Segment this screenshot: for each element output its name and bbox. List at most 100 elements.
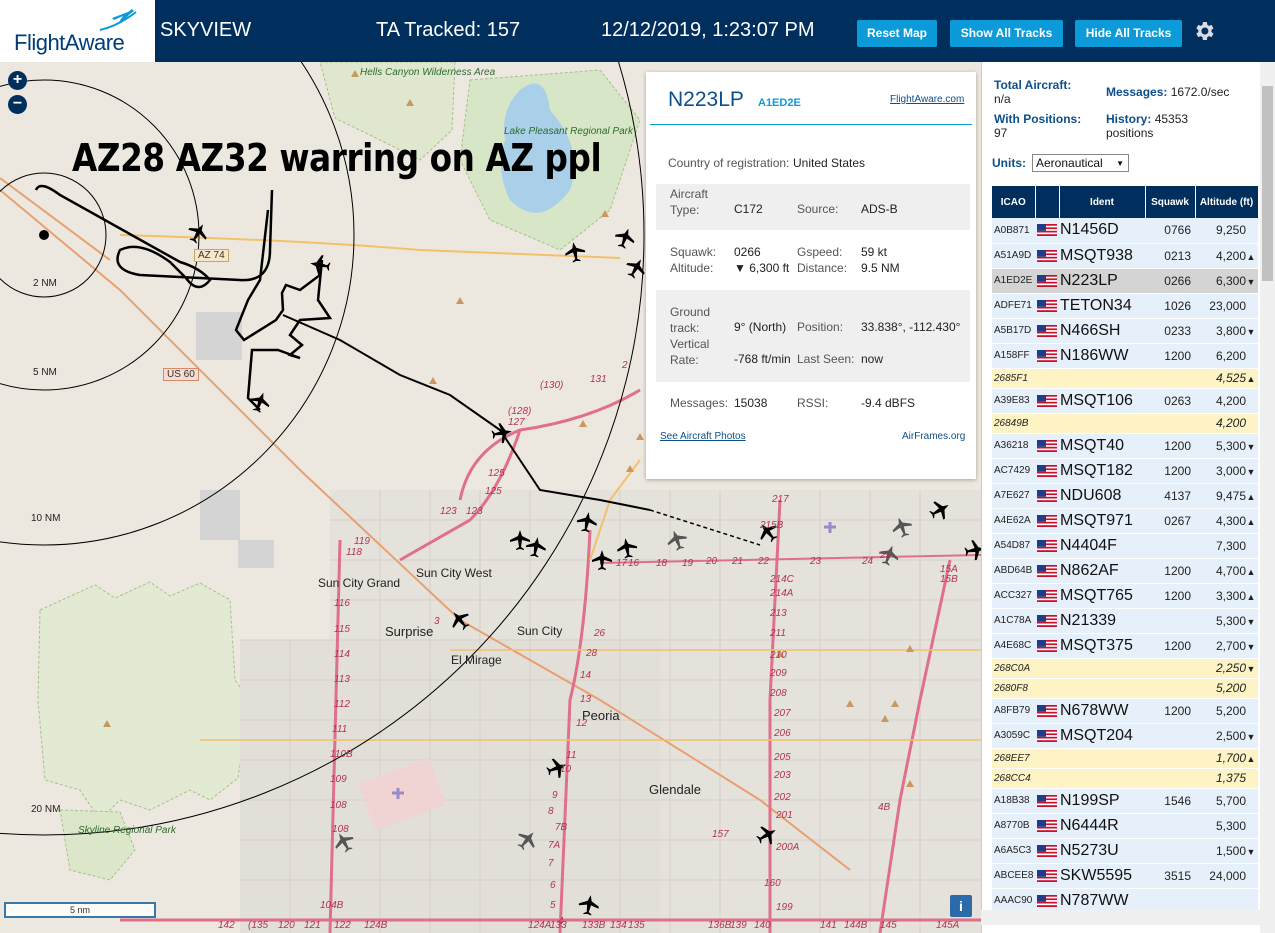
- row-altitude: 3,000▼: [1195, 458, 1258, 484]
- table-row[interactable]: A5B17D N466SH 0233 3,800▼: [992, 318, 1258, 344]
- altitude-value: 2,700: [1215, 638, 1246, 653]
- table-row[interactable]: AC7429 MSQT182 1200 3,000▼: [992, 458, 1258, 484]
- table-row[interactable]: A4E68C MSQT375 1200 2,700▼: [992, 633, 1258, 659]
- table-row[interactable]: 268EE7 1,700▲: [992, 748, 1258, 769]
- table-row[interactable]: A7E627 NDU608 4137 9,475▲: [992, 483, 1258, 509]
- table-row[interactable]: A54D87 N4404F 7,300: [992, 533, 1258, 559]
- panel-scrollbar[interactable]: [1260, 62, 1275, 933]
- row-squawk: 0766: [1145, 218, 1195, 244]
- table-row[interactable]: A1ED2E N223LP 0266 6,300▼: [992, 268, 1258, 294]
- altitude-value: ▼ 6,300 ft: [734, 261, 790, 275]
- aircraft-type-label: Aircraft Type:: [670, 187, 709, 217]
- exit-number: 119: [354, 536, 370, 547]
- row-flag: [1035, 433, 1059, 459]
- us-flag-icon: [1037, 614, 1057, 627]
- exit-number: 23: [810, 556, 822, 567]
- row-altitude: 5,700: [1195, 788, 1258, 814]
- exit-number: 19: [682, 558, 694, 569]
- header-bar: FlightAware SKYVIEW TA Tracked: 157 12/1…: [0, 0, 1275, 62]
- position-value: 33.838°, -112.430°: [861, 320, 961, 334]
- row-altitude: 4,200: [1195, 388, 1258, 414]
- col-altitude[interactable]: Altitude (ft): [1195, 186, 1258, 218]
- table-row[interactable]: A0B871 N1456D 0766 9,250: [992, 218, 1258, 244]
- rssi-label: RSSI:: [797, 396, 829, 410]
- table-row[interactable]: ADFE71 TETON34 1026 23,000: [992, 293, 1258, 319]
- popup-row-country: Country of registration: United States: [656, 154, 970, 176]
- panel-hscrollbar[interactable]: [981, 910, 1260, 925]
- table-row[interactable]: A39E83 MSQT106 0263 4,200: [992, 388, 1258, 414]
- table-row[interactable]: A3059C MSQT204 2,500▼: [992, 723, 1258, 749]
- exit-number: 18: [656, 558, 668, 569]
- row-ident: MSQT938: [1059, 243, 1145, 269]
- table-row[interactable]: 26849B 4,200: [992, 413, 1258, 434]
- row-icao: A7E627: [992, 483, 1035, 509]
- row-altitude: 9,475▲: [1195, 483, 1258, 509]
- messages-value: 15038: [734, 396, 768, 410]
- scrollbar-thumb[interactable]: [1262, 86, 1273, 281]
- row-altitude: 6,200: [1195, 343, 1258, 369]
- airframes-link[interactable]: AirFrames.org: [902, 431, 965, 442]
- row-ident: [1059, 748, 1145, 769]
- map-view[interactable]: Hells Canyon Wilderness Area Lake Pleasa…: [0, 62, 981, 933]
- exit-number: 200A: [776, 842, 800, 853]
- exit-number: 209: [770, 668, 787, 679]
- col-icao[interactable]: ICAO: [992, 186, 1036, 218]
- logo-plane-icon: [99, 9, 137, 31]
- exit-number: 131: [590, 374, 607, 385]
- exit-number: 203: [774, 770, 791, 781]
- hide-all-tracks-button[interactable]: Hide All Tracks: [1075, 20, 1182, 47]
- col-ident[interactable]: Ident: [1059, 186, 1146, 218]
- table-row[interactable]: A1C78A N21339 5,300▼: [992, 608, 1258, 634]
- table-row[interactable]: 2680F8 5,200: [992, 678, 1258, 699]
- squawk-label: Squawk:: [670, 245, 717, 259]
- table-row[interactable]: A158FF N186WW 1200 6,200: [992, 343, 1258, 369]
- label-skyline: Skyline Regional Park: [78, 825, 176, 836]
- table-row[interactable]: A8FB79 N678WW 1200 5,200: [992, 698, 1258, 724]
- row-squawk: [1145, 813, 1195, 839]
- table-row[interactable]: 268C0A 2,250▼: [992, 658, 1258, 679]
- table-row[interactable]: A8770B N6444R 5,300: [992, 813, 1258, 839]
- altitude-value: 4,200: [1215, 416, 1246, 430]
- units-select[interactable]: Aeronautical: [1032, 154, 1129, 172]
- row-icao: 26849B: [992, 413, 1035, 434]
- table-row[interactable]: 268CC4 1,375: [992, 768, 1258, 789]
- table-row[interactable]: A51A9D MSQT938 0213 4,200▲: [992, 243, 1258, 269]
- exit-number: 4B: [878, 802, 891, 813]
- us-flag-icon: [1037, 439, 1057, 452]
- rssi-value: -9.4 dBFS: [861, 396, 916, 410]
- table-row[interactable]: ABD64B N862AF 1200 4,700▲: [992, 558, 1258, 584]
- show-all-tracks-button[interactable]: Show All Tracks: [950, 20, 1063, 47]
- table-row[interactable]: ACC327 MSQT765 1200 3,300▲: [992, 583, 1258, 609]
- units-label: Units:: [992, 156, 1026, 170]
- altitude-value: 5,200: [1215, 703, 1246, 718]
- flightaware-logo[interactable]: FlightAware: [0, 0, 155, 62]
- gear-icon[interactable]: [1192, 19, 1216, 43]
- flightaware-link[interactable]: FlightAware.com: [890, 94, 964, 105]
- col-squawk[interactable]: Squawk: [1145, 186, 1196, 218]
- reset-map-button[interactable]: Reset Map: [857, 20, 937, 47]
- table-row[interactable]: A18B38 N199SP 1546 5,700: [992, 788, 1258, 814]
- row-ident: N223LP: [1059, 268, 1145, 294]
- altitude-trend-icon: ▼: [1246, 641, 1256, 652]
- altitude-value: 4,200: [1215, 393, 1246, 408]
- zoom-in-button[interactable]: +: [8, 71, 27, 90]
- map-info-button[interactable]: i: [950, 895, 972, 917]
- row-squawk: 1546: [1145, 788, 1195, 814]
- distance-label: Distance:: [797, 261, 848, 275]
- aircraft-photos-link[interactable]: See Aircraft Photos: [660, 431, 746, 442]
- exit-number: 127: [508, 417, 525, 428]
- altitude-value: 5,300: [1215, 818, 1246, 833]
- row-squawk: 0213: [1145, 243, 1195, 269]
- track-label: Ground track:: [670, 305, 711, 335]
- table-row[interactable]: 2685F1 4,525▲: [992, 368, 1258, 389]
- zoom-out-button[interactable]: −: [8, 95, 27, 114]
- table-row[interactable]: A4E62A MSQT971 0267 4,300▲: [992, 508, 1258, 534]
- row-icao: 2680F8: [992, 678, 1035, 699]
- label-surprise: Surprise: [385, 624, 434, 639]
- distance-value: 9.5 NM: [861, 261, 900, 275]
- popup-icao: A1ED2E: [758, 97, 801, 109]
- table-row[interactable]: A36218 MSQT40 1200 5,300▼: [992, 433, 1258, 459]
- col-flag[interactable]: [1035, 186, 1060, 218]
- table-row[interactable]: A6A5C3 N5273U 1,500▼: [992, 838, 1258, 864]
- table-row[interactable]: ABCEE8 SKW5595 3515 24,000: [992, 863, 1258, 889]
